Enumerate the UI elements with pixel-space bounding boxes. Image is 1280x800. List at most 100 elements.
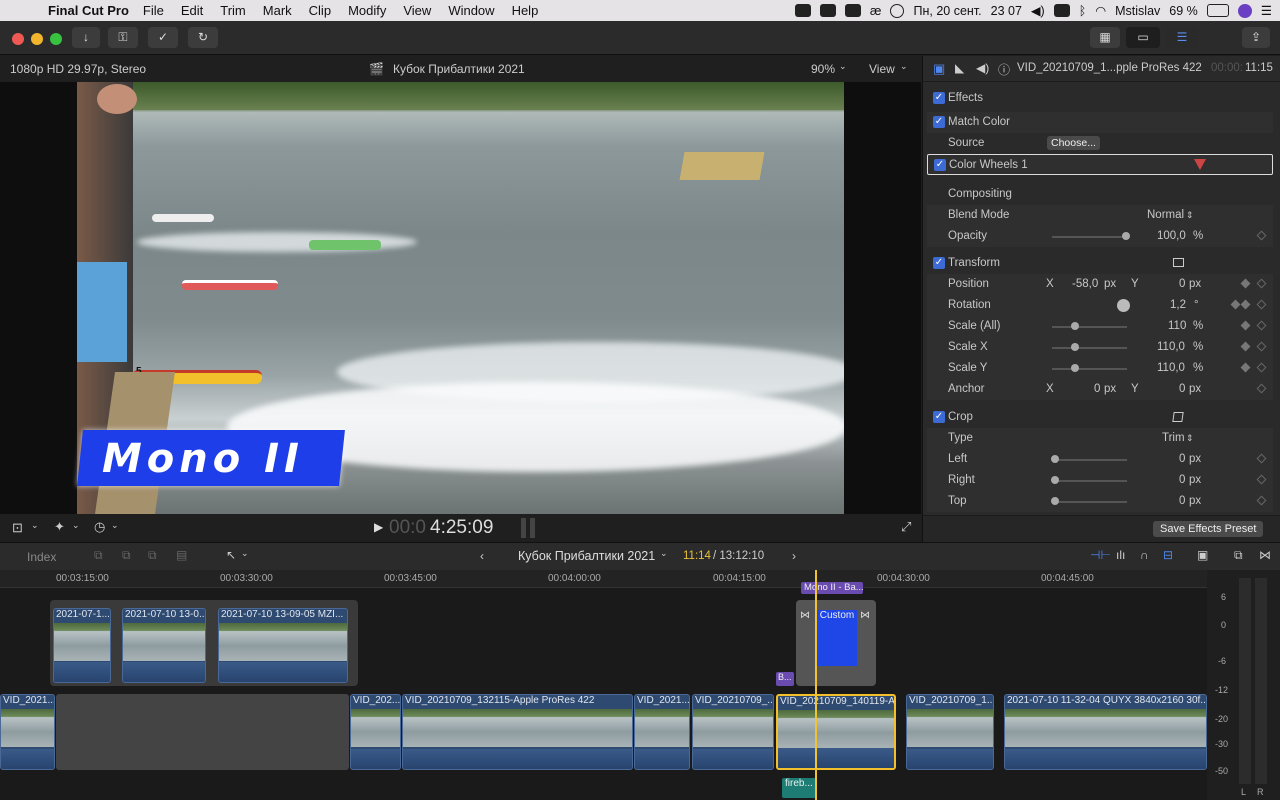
scale-all-value[interactable]: 110 [1168,316,1186,337]
keyframe-nav-icon[interactable] [1240,278,1251,289]
battery-icon[interactable] [1206,4,1229,17]
time-machine-icon[interactable] [890,3,905,18]
user-name[interactable]: Mstislav [1115,4,1160,18]
timeline-clip[interactable]: 2021-07-1... [53,608,111,683]
scale-y-value[interactable]: 110,0 [1157,358,1185,379]
slider-knob[interactable] [1051,476,1059,484]
timeline-clip[interactable]: VID_20210709_... [692,694,774,770]
timeline-layout-icon[interactable]: ▭ [1126,27,1160,48]
chevron-down-icon[interactable]: ⌄ [839,61,847,72]
audio-inspector-icon[interactable]: ◀) [976,61,989,75]
ae-icon[interactable]: æ [870,3,882,18]
connect-clip-icon[interactable]: ⧉ [94,548,103,563]
keyframe-add-icon[interactable] [1240,299,1251,310]
color-inspector-icon[interactable]: ◣ [955,61,964,75]
compositing-header[interactable]: Compositing [927,184,1273,205]
magic-wand-icon[interactable]: ✦ [54,519,65,535]
siri-icon[interactable] [1237,3,1252,18]
menu-view[interactable]: View [403,3,431,18]
browser-layout-icon[interactable]: ▦ [1090,27,1120,48]
slider-knob[interactable] [1071,322,1079,330]
scale-x-value[interactable]: 110,0 [1157,337,1185,358]
airplay-icon[interactable] [1053,4,1070,17]
keyframe-nav-icon[interactable] [1240,341,1251,352]
title-clip[interactable]: Mono II - Ba... [801,582,863,594]
timeline-project-name[interactable]: Кубок Прибалтики 2021 [518,549,655,563]
menu-mark[interactable]: Mark [263,3,292,18]
back-arrow-icon[interactable]: ‹ [480,549,484,563]
share-icon[interactable]: ⇪ [1242,27,1270,48]
chevron-down-icon[interactable]: ⌄ [31,520,39,531]
chevron-down-icon[interactable]: ⌄ [660,548,668,559]
crop-top-value[interactable]: 0 [1179,491,1185,512]
time-text[interactable]: 23 07 [991,4,1022,18]
import-icon[interactable]: ↓ [72,27,100,48]
custom-transition[interactable]: Custom [817,610,857,666]
t-app-icon[interactable] [819,4,836,17]
color-wheel-icon[interactable] [1194,159,1206,170]
view-menu[interactable]: View [869,62,895,76]
snapping-icon[interactable]: ⊟ [1163,548,1173,562]
minimize-window-button[interactable] [31,33,43,45]
position-x-value[interactable]: -58,0 [1072,274,1098,295]
blend-mode-popup[interactable]: Normal [1147,205,1184,226]
slider-knob[interactable] [1071,343,1079,351]
solo-icon[interactable]: ∩ [1140,548,1149,562]
forward-arrow-icon[interactable]: › [792,549,796,563]
overwrite-clip-icon[interactable]: ▤ [176,548,187,562]
crop-right-slider[interactable] [1052,480,1127,482]
keyframe-icon[interactable] [1256,320,1267,331]
index-button[interactable]: Index [27,550,56,564]
zoom-window-button[interactable] [50,33,62,45]
slider-knob[interactable] [1051,455,1059,463]
menu-edit[interactable]: Edit [181,3,203,18]
play-icon[interactable]: ▶ [374,520,383,534]
scale-slider[interactable] [1052,326,1127,328]
crop-section[interactable]: ✓ Crop [927,407,1273,428]
cloud-icon[interactable] [794,4,811,17]
match-color-row[interactable]: ✓ Match Color [927,112,1273,133]
effects-section[interactable]: ✓ Effects [927,88,1273,109]
control-center-icon[interactable]: ☰ [1261,3,1272,18]
timeline-clip[interactable]: 2021-07-10 13-0... [122,608,206,683]
date-text[interactable]: Пн, 20 сент. [913,4,981,18]
timeline-clip[interactable]: VID_2021... [0,694,55,770]
checkbox-icon[interactable]: ✓ [933,411,945,423]
select-tool-icon[interactable]: ↖ [226,548,236,562]
timeline-clip[interactable]: VID_2021... [634,694,690,770]
bluetooth-icon[interactable]: ᛒ [1079,4,1087,18]
chevron-down-icon[interactable]: ⌄ [241,548,249,559]
crop-left-value[interactable]: 0 [1179,449,1185,470]
transform-section[interactable]: ✓ Transform [927,253,1273,274]
menu-trim[interactable]: Trim [220,3,246,18]
slider-knob[interactable] [1071,364,1079,372]
audio-skimming-icon[interactable]: ılı [1116,548,1125,562]
shield-icon[interactable] [844,4,861,17]
transitions-browser-icon[interactable]: ⋈ [1259,548,1271,562]
timeline[interactable]: 2021-07-1... 2021-07-10 13-0... 2021-07-… [0,570,1207,800]
timeline-clip[interactable]: VID_20210709_132115-Apple ProRes 422 [402,694,633,770]
checkbox-icon[interactable]: ✓ [933,257,945,269]
transform-onscreen-icon[interactable] [1173,258,1184,267]
video-inspector-icon[interactable]: ▣ [933,61,945,77]
anchor-x-value[interactable]: 0 [1094,379,1100,400]
keyframe-icon[interactable] [1256,341,1267,352]
chevron-down-icon[interactable]: ⌄ [72,520,80,531]
scale-x-slider[interactable] [1052,347,1127,349]
fullscreen-icon[interactable]: ⤢ [901,519,911,535]
sync-icon[interactable]: ↻ [188,27,218,48]
crop-onscreen-icon[interactable] [1172,412,1184,422]
info-icon[interactable]: ⓘ [998,61,1010,78]
rotation-value[interactable]: 1,2 [1170,295,1186,316]
skimming-icon[interactable]: ⊣⊢ [1090,548,1111,562]
crop-icon[interactable]: ⊡ [12,520,23,536]
volume-icon[interactable]: ◀) [1031,3,1045,18]
transition-handle-icon[interactable]: ⋈ [860,610,870,621]
rotation-dial[interactable] [1117,299,1130,312]
timeline-clip[interactable]: VID_20210709_1... [906,694,994,770]
timeline-clip[interactable]: 2021-07-10 13-09-05 MZI... [218,608,348,683]
close-window-button[interactable] [12,33,24,45]
append-clip-icon[interactable]: ⧉ [148,548,157,563]
inspector-toggle-icon[interactable]: ☰ [1166,27,1198,48]
slider-knob[interactable] [1122,232,1130,240]
